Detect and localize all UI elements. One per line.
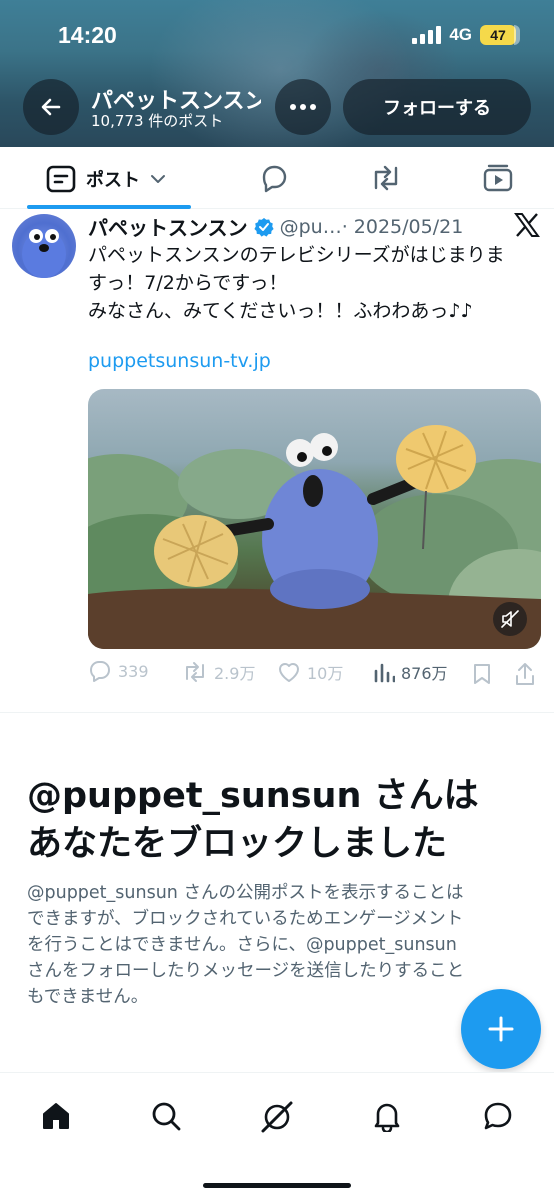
- bottom-navigation: [0, 1072, 554, 1199]
- search-icon[interactable]: [150, 1100, 182, 1132]
- like-count: 10万: [307, 664, 344, 683]
- back-button[interactable]: [23, 79, 79, 135]
- network-type: 4G: [449, 25, 472, 44]
- active-tab-indicator: [27, 205, 191, 209]
- messages-icon[interactable]: [481, 1100, 515, 1132]
- volume-muted-icon: [501, 610, 519, 628]
- tweet-text-line: パペットスンスンのテレビシリーズがはじまりま: [88, 244, 505, 266]
- views-count: 876万: [401, 664, 448, 683]
- grok-icon[interactable]: [260, 1100, 294, 1134]
- x-logo-icon: [514, 213, 540, 237]
- reply-count: 339: [118, 661, 149, 681]
- replies-icon[interactable]: [258, 162, 290, 194]
- views-chart-icon: [374, 663, 395, 683]
- reply-action[interactable]: 339: [88, 660, 149, 682]
- header-post-count: 10,773 件のポスト: [91, 112, 224, 130]
- heart-icon: [279, 663, 299, 682]
- tweet-text-line: すっ！7/2からですっ！: [88, 272, 288, 294]
- tab-posts[interactable]: ポスト: [46, 165, 166, 193]
- repost-action[interactable]: 2.9万: [182, 660, 255, 684]
- avatar[interactable]: [12, 214, 76, 278]
- share-icon[interactable]: [514, 662, 536, 686]
- status-time: 14:20: [58, 22, 117, 48]
- repost-count: 2.9万: [214, 664, 256, 683]
- plus-icon: [488, 1016, 514, 1042]
- tweet-text: パペットスンスンのテレビシリーズがはじまりま すっ！7/2からですっ！ みなさん…: [88, 241, 538, 325]
- divider: [0, 712, 554, 713]
- battery-icon: 47: [480, 25, 520, 45]
- tab-posts-label: ポスト: [86, 170, 140, 191]
- bookmark-icon[interactable]: [472, 663, 492, 685]
- video-thumbnail: [88, 425, 541, 649]
- status-indicators: 4G 47: [412, 25, 520, 45]
- reply-icon: [90, 661, 110, 682]
- like-action[interactable]: 10万: [277, 660, 343, 684]
- tweet-author-name[interactable]: パペットスンスン: [88, 212, 248, 241]
- blocked-title-line: @puppet_sunsun さんは: [27, 776, 479, 816]
- verified-badge-icon: [254, 217, 274, 237]
- home-icon[interactable]: [40, 1100, 72, 1132]
- tweet-text-line: みなさん、みてくださいっ！！ふわわあっ♪♪: [88, 300, 473, 322]
- posts-icon: [46, 165, 76, 193]
- home-indicator: [203, 1183, 351, 1188]
- notifications-icon[interactable]: [371, 1100, 403, 1132]
- repost-icon: [186, 662, 204, 682]
- media-icon[interactable]: [482, 162, 514, 194]
- follow-button[interactable]: フォローする: [343, 79, 531, 135]
- profile-tabs: ポスト: [0, 147, 554, 209]
- arrow-left-icon: [41, 98, 61, 116]
- reposts-icon[interactable]: [368, 162, 404, 194]
- blocked-description: @puppet_sunsun さんの公開ポストを表示することは できますが、ブロ…: [27, 880, 527, 1010]
- blocked-description-line: さんをフォローしたりメッセージを送信したりすること: [27, 961, 465, 981]
- compose-button[interactable]: [461, 989, 541, 1069]
- battery-level: 47: [490, 27, 506, 43]
- tweet-handle-date: @pu…· 2025/05/21: [279, 215, 464, 238]
- blocked-description-line: を行うことはできません。さらに、@puppet_sunsun: [27, 935, 457, 955]
- blocked-title: @puppet_sunsun さんは あなたをブロックしました: [27, 772, 537, 868]
- mute-button[interactable]: [493, 602, 527, 636]
- more-horizontal-icon: [290, 104, 316, 110]
- signal-icon: [412, 26, 442, 44]
- views-action[interactable]: 876万: [373, 660, 448, 684]
- blocked-description-line: もできません。: [27, 987, 149, 1007]
- chevron-down-icon: [151, 175, 165, 183]
- more-button[interactable]: [275, 79, 331, 135]
- blocked-title-line: あなたをブロックしました: [27, 824, 448, 864]
- blocked-description-line: @puppet_sunsun さんの公開ポストを表示することは: [27, 883, 464, 903]
- tweet-actions: 339 2.9万 10万 876万: [88, 660, 538, 690]
- tweet-video[interactable]: [88, 389, 541, 649]
- blocked-description-line: できますが、ブロックされているためエンゲージメント: [27, 909, 464, 929]
- tweet-header: パペットスンスン @pu…· 2025/05/21: [88, 212, 508, 241]
- tweet-link[interactable]: puppetsunsun-tv.jp: [88, 350, 271, 372]
